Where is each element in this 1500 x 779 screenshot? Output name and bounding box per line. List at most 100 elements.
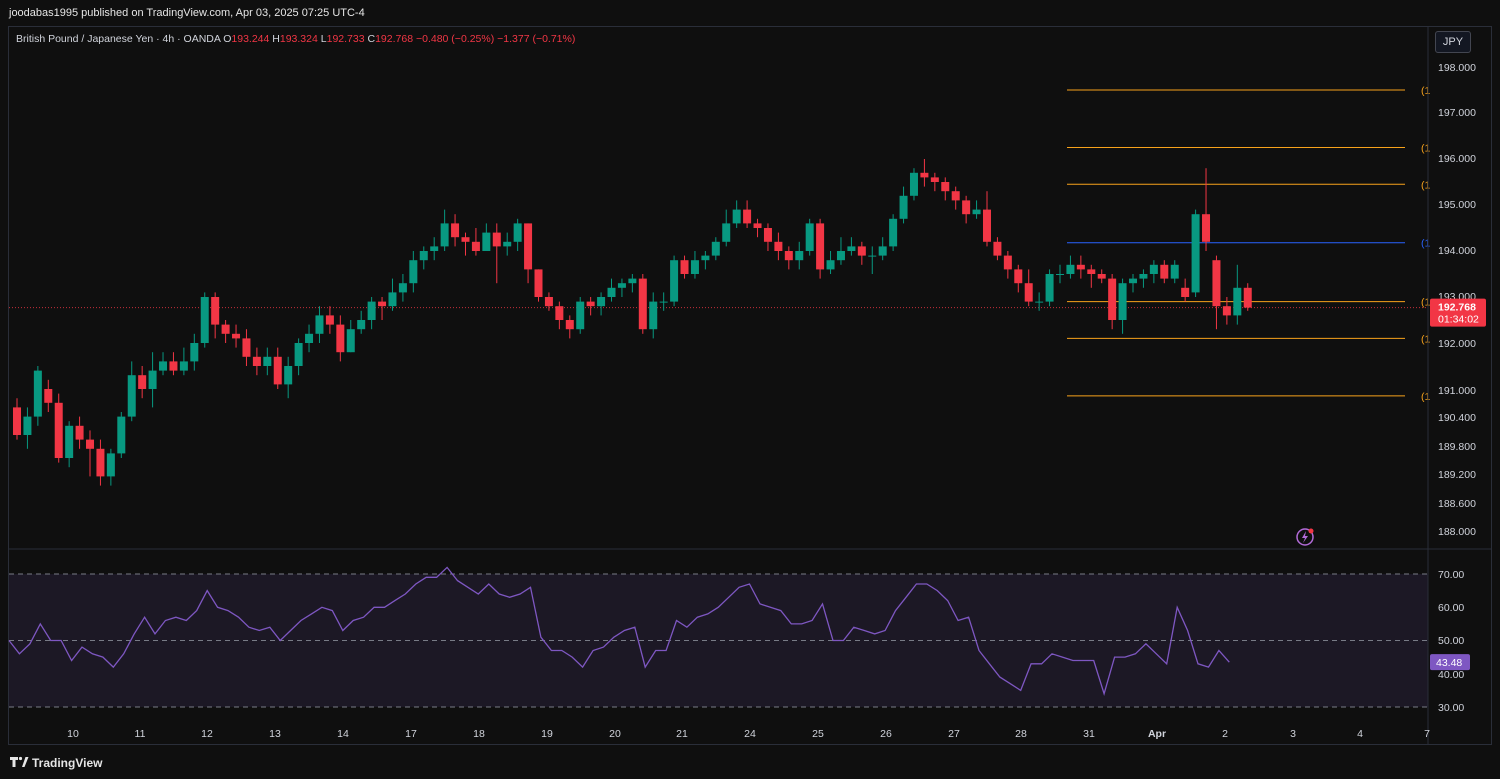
candle-body xyxy=(1222,306,1231,316)
candle-body xyxy=(690,260,699,274)
candle-body xyxy=(44,389,53,403)
price-axis-label: 191.000 xyxy=(1438,385,1476,397)
candle-body xyxy=(1243,287,1252,308)
level-tag: (1 xyxy=(1421,179,1430,191)
candle-body xyxy=(148,370,157,389)
price-axis-label: 197.000 xyxy=(1438,107,1476,119)
candle-body xyxy=(482,232,491,251)
candle-body xyxy=(242,338,251,357)
time-axis-label: 13 xyxy=(269,728,281,740)
last-price-value: 192.768 xyxy=(1438,302,1476,314)
candle-body xyxy=(899,195,908,219)
price-axis-label: 190.400 xyxy=(1438,412,1476,424)
chart-canvas[interactable]: (1 (1 (1 (1 (1 (1 (1 198.000 197.000 196.000 195.… xyxy=(0,0,1500,779)
candle-body xyxy=(847,246,856,251)
candle-body xyxy=(711,241,720,256)
candle-body xyxy=(346,329,355,353)
candle-body xyxy=(419,251,428,261)
candle-body xyxy=(1160,264,1169,279)
candle-body xyxy=(576,301,585,330)
symbol-name: British Pound / Japanese Yen · 4h · OAND… xyxy=(16,33,221,45)
candle-body xyxy=(513,223,522,242)
candle-body xyxy=(200,297,209,343)
candle-body xyxy=(305,333,314,343)
candle-body xyxy=(1045,274,1054,302)
time-axis-label: Apr xyxy=(1148,728,1166,740)
candle-body xyxy=(263,356,272,366)
time-axis-label: 19 xyxy=(541,728,553,740)
candle-body xyxy=(1149,264,1158,274)
candle-body xyxy=(232,333,241,339)
candle-body xyxy=(534,269,543,297)
candle-body xyxy=(1056,274,1064,275)
level-tag: (1 xyxy=(1421,143,1430,155)
rsi-axis-label: 70.00 xyxy=(1438,569,1464,581)
candle-body xyxy=(972,209,981,215)
candle-body xyxy=(951,191,960,201)
candle-body xyxy=(1014,269,1023,284)
footer-brand[interactable]: TradingView xyxy=(32,756,102,770)
high-value: 193.324 xyxy=(279,33,318,45)
symbol-legend: British Pound / Japanese Yen · 4h · OAND… xyxy=(16,33,575,45)
candle-body xyxy=(294,343,303,366)
time-axis-label: 24 xyxy=(744,728,756,740)
time-axis-label: 31 xyxy=(1083,728,1095,740)
candle-body xyxy=(774,241,783,251)
candle-body xyxy=(565,320,574,330)
footer: TradingView xyxy=(0,748,1500,779)
candle-body xyxy=(367,301,376,320)
candle-body xyxy=(325,315,334,325)
candle-body xyxy=(13,407,21,435)
candle-body xyxy=(1191,214,1200,293)
candle-body xyxy=(127,375,136,417)
candle-body xyxy=(471,241,480,251)
currency-button[interactable]: JPY xyxy=(1435,31,1471,53)
lightning-icon-bolt xyxy=(1302,531,1308,543)
price-axis-label: 195.000 xyxy=(1438,199,1476,211)
candle-body xyxy=(179,361,188,371)
candle-body xyxy=(398,283,407,293)
candle-body xyxy=(106,453,115,477)
candle-body xyxy=(33,370,42,417)
candle-body xyxy=(1066,264,1075,274)
candle-body xyxy=(889,218,898,247)
time-axis-label: 10 xyxy=(67,728,79,740)
price-axis-label: 196.000 xyxy=(1438,153,1476,165)
candle-body xyxy=(753,223,762,228)
candle-body xyxy=(941,182,950,192)
rsi-axis-label: 30.00 xyxy=(1438,702,1464,714)
candle-body xyxy=(857,246,866,256)
candle-body xyxy=(982,209,991,242)
rsi-axis-label: 50.00 xyxy=(1438,635,1464,647)
candle-body xyxy=(993,241,1002,256)
lightning-icon xyxy=(1296,528,1314,546)
price-axis-label: 188.000 xyxy=(1438,526,1476,538)
candle-body xyxy=(138,375,147,389)
price-axis-label: 189.200 xyxy=(1438,469,1476,481)
high-label: H xyxy=(272,33,280,45)
candle-body xyxy=(440,223,449,247)
candle-body xyxy=(315,315,324,334)
candle-body xyxy=(732,209,741,224)
candle-body xyxy=(1181,287,1190,297)
candle-body xyxy=(65,425,74,458)
time-axis-label: 25 xyxy=(812,728,824,740)
candle-body xyxy=(597,297,606,307)
candle-body xyxy=(763,228,772,242)
candle-body xyxy=(1118,283,1127,320)
time-axis-label: 4 xyxy=(1357,728,1363,740)
lightning-icon-dot xyxy=(1308,528,1314,534)
candle-body xyxy=(273,356,282,385)
candle-body xyxy=(680,260,689,274)
candle-body xyxy=(638,278,647,330)
candle-body xyxy=(836,251,845,261)
close-label: C xyxy=(367,33,376,45)
candle-body xyxy=(795,251,804,261)
time-axis-label: 17 xyxy=(405,728,417,740)
level-tag: (1 xyxy=(1421,333,1430,345)
candle-body xyxy=(1097,274,1106,279)
candle-body xyxy=(190,343,199,362)
candle-body xyxy=(357,320,366,330)
candle-body xyxy=(1087,269,1096,274)
candle-body xyxy=(117,416,126,454)
